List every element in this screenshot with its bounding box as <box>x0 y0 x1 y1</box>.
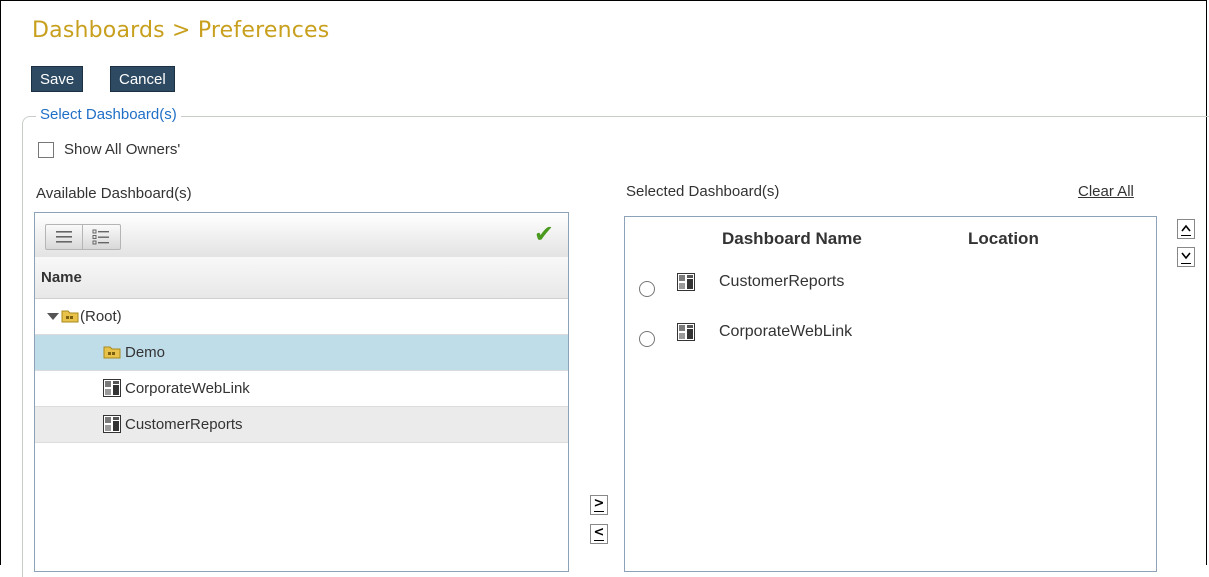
tree-row-corporatweblink[interactable]: CorporateWebLink <box>35 371 568 407</box>
view-toggle-group <box>45 224 121 250</box>
dashboard-icon <box>677 273 695 291</box>
move-right-button[interactable]: > <box>590 495 608 515</box>
tree-label-customerreports: CustomerReports <box>125 416 243 433</box>
select-dashboards-legend: Select Dashboard(s) <box>36 106 181 123</box>
folder-icon <box>61 310 79 323</box>
tree-row-customerreports[interactable]: CustomerReports <box>35 407 568 443</box>
tree-label-demo: Demo <box>125 344 166 361</box>
tree-label-corporateweblink: CorporateWebLink <box>125 380 250 397</box>
row-radio-customerreports[interactable] <box>639 281 655 297</box>
name-column-header[interactable]: Name <box>35 257 568 299</box>
confirm-check-icon[interactable]: ✔ <box>534 220 554 248</box>
clear-all-link[interactable]: Clear All <box>1078 183 1134 200</box>
available-dashboards-label: Available Dashboard(s) <box>36 185 192 202</box>
move-right-label: > <box>593 496 605 511</box>
tree-label-root: (Root) <box>80 308 122 325</box>
move-left-button[interactable]: < <box>590 524 608 544</box>
detail-view-icon[interactable] <box>83 225 119 249</box>
save-button[interactable]: Save <box>31 66 84 92</box>
show-all-owners-label: Show All Owners' <box>64 141 181 158</box>
selected-row-name: CustomerReports <box>719 273 845 290</box>
chevron-up-icon <box>1181 224 1191 232</box>
page-title: Dashboards > Preferences <box>32 18 330 43</box>
selected-dashboards-label: Selected Dashboard(s) <box>626 183 780 200</box>
dashboard-icon <box>103 379 121 397</box>
folder-icon <box>103 346 121 359</box>
chevron-down-icon <box>1181 252 1191 260</box>
available-dashboards-panel: ✔ Name (Root) Demo CorporateWebLink Cust… <box>34 212 569 572</box>
move-left-label: < <box>593 525 605 540</box>
dashboard-name-column-header[interactable]: Dashboard Name <box>722 229 862 249</box>
cancel-button[interactable]: Cancel <box>110 66 175 92</box>
row-radio-corporateweblink[interactable] <box>639 331 655 347</box>
move-down-button[interactable] <box>1177 247 1195 267</box>
show-all-owners-row[interactable]: Show All Owners' <box>38 141 180 158</box>
selected-dashboards-panel: Dashboard Name Location CustomerReports … <box>624 216 1157 572</box>
expand-triangle-icon[interactable] <box>47 313 59 321</box>
tree-row-demo[interactable]: Demo <box>35 335 568 371</box>
move-up-button[interactable] <box>1177 219 1195 239</box>
dashboard-icon <box>677 323 695 341</box>
selected-row-name: CorporateWebLink <box>719 323 853 340</box>
location-column-header[interactable]: Location <box>968 229 1039 249</box>
show-all-owners-checkbox[interactable] <box>38 141 54 158</box>
dashboard-icon <box>103 415 121 433</box>
tree-row-root[interactable]: (Root) <box>35 299 568 335</box>
tree-toolbar: ✔ <box>35 213 568 258</box>
list-view-icon[interactable] <box>46 225 83 249</box>
name-column-label: Name <box>41 269 82 286</box>
